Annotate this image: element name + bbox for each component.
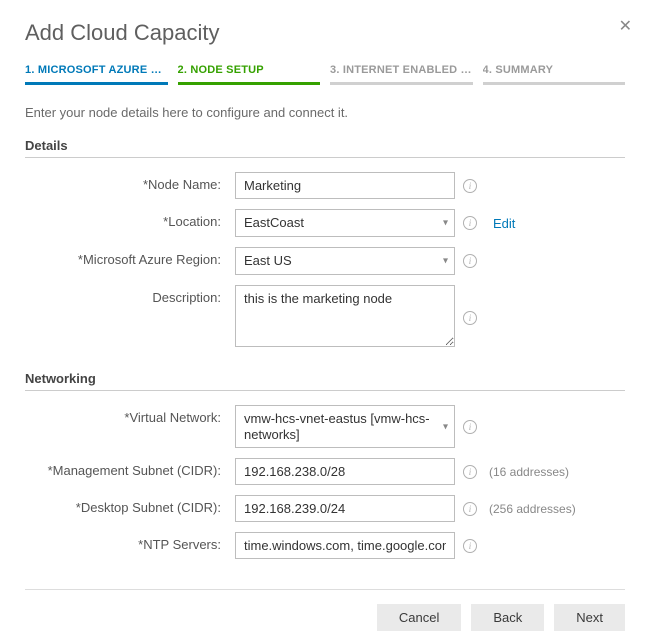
label-mgmt-subnet: *Management Subnet (CIDR): — [25, 458, 235, 478]
page-title: Add Cloud Capacity — [25, 20, 625, 46]
ntp-servers-input[interactable] — [235, 532, 455, 559]
chevron-down-icon: ▾ — [443, 256, 448, 267]
info-icon[interactable]: i — [463, 216, 477, 230]
location-select[interactable]: EastCoast ▾ — [235, 209, 455, 237]
description-textarea[interactable] — [235, 285, 455, 347]
label-virtual-network: *Virtual Network: — [25, 405, 235, 425]
mgmt-subnet-hint: (16 addresses) — [489, 465, 569, 479]
label-ntp-servers: *NTP Servers: — [25, 532, 235, 552]
wizard-step-1[interactable]: 1. MICROSOFT AZURE SUBSCR… — [25, 64, 168, 85]
section-details-title: Details — [25, 138, 625, 158]
info-icon[interactable]: i — [463, 311, 477, 325]
footer-actions: Cancel Back Next — [25, 589, 625, 631]
next-button[interactable]: Next — [554, 604, 625, 631]
info-icon[interactable]: i — [463, 254, 477, 268]
cancel-button[interactable]: Cancel — [377, 604, 461, 631]
node-name-input[interactable] — [235, 172, 455, 199]
back-button[interactable]: Back — [471, 604, 544, 631]
info-icon[interactable]: i — [463, 502, 477, 516]
edit-location-link[interactable]: Edit — [493, 216, 515, 231]
virtual-network-select-value: vmw-hcs-vnet-eastus [vmw-hcs-networks] — [244, 411, 432, 442]
intro-text: Enter your node details here to configur… — [25, 105, 625, 120]
wizard-step-3[interactable]: 3. INTERNET ENABLED DESKT… — [330, 64, 473, 85]
label-desktop-subnet: *Desktop Subnet (CIDR): — [25, 495, 235, 515]
close-icon[interactable]: ✕ — [619, 16, 632, 36]
info-icon[interactable]: i — [463, 465, 477, 479]
desktop-subnet-hint: (256 addresses) — [489, 502, 576, 516]
label-description: Description: — [25, 285, 235, 305]
wizard-step-2[interactable]: 2. NODE SETUP — [178, 64, 321, 85]
info-icon[interactable]: i — [463, 539, 477, 553]
label-node-name: *Node Name: — [25, 172, 235, 192]
info-icon[interactable]: i — [463, 420, 477, 434]
chevron-down-icon: ▾ — [443, 218, 448, 229]
chevron-down-icon: ▾ — [443, 421, 448, 432]
label-azure-region: *Microsoft Azure Region: — [25, 247, 235, 267]
wizard-step-4[interactable]: 4. SUMMARY — [483, 64, 626, 85]
label-location: *Location: — [25, 209, 235, 229]
virtual-network-select[interactable]: vmw-hcs-vnet-eastus [vmw-hcs-networks] ▾ — [235, 405, 455, 448]
info-icon[interactable]: i — [463, 179, 477, 193]
section-networking-title: Networking — [25, 371, 625, 391]
wizard-steps: 1. MICROSOFT AZURE SUBSCR… 2. NODE SETUP… — [25, 64, 625, 85]
location-select-value: EastCoast — [244, 215, 304, 231]
mgmt-subnet-input[interactable] — [235, 458, 455, 485]
desktop-subnet-input[interactable] — [235, 495, 455, 522]
azure-region-select-value: East US — [244, 253, 292, 269]
azure-region-select[interactable]: East US ▾ — [235, 247, 455, 275]
